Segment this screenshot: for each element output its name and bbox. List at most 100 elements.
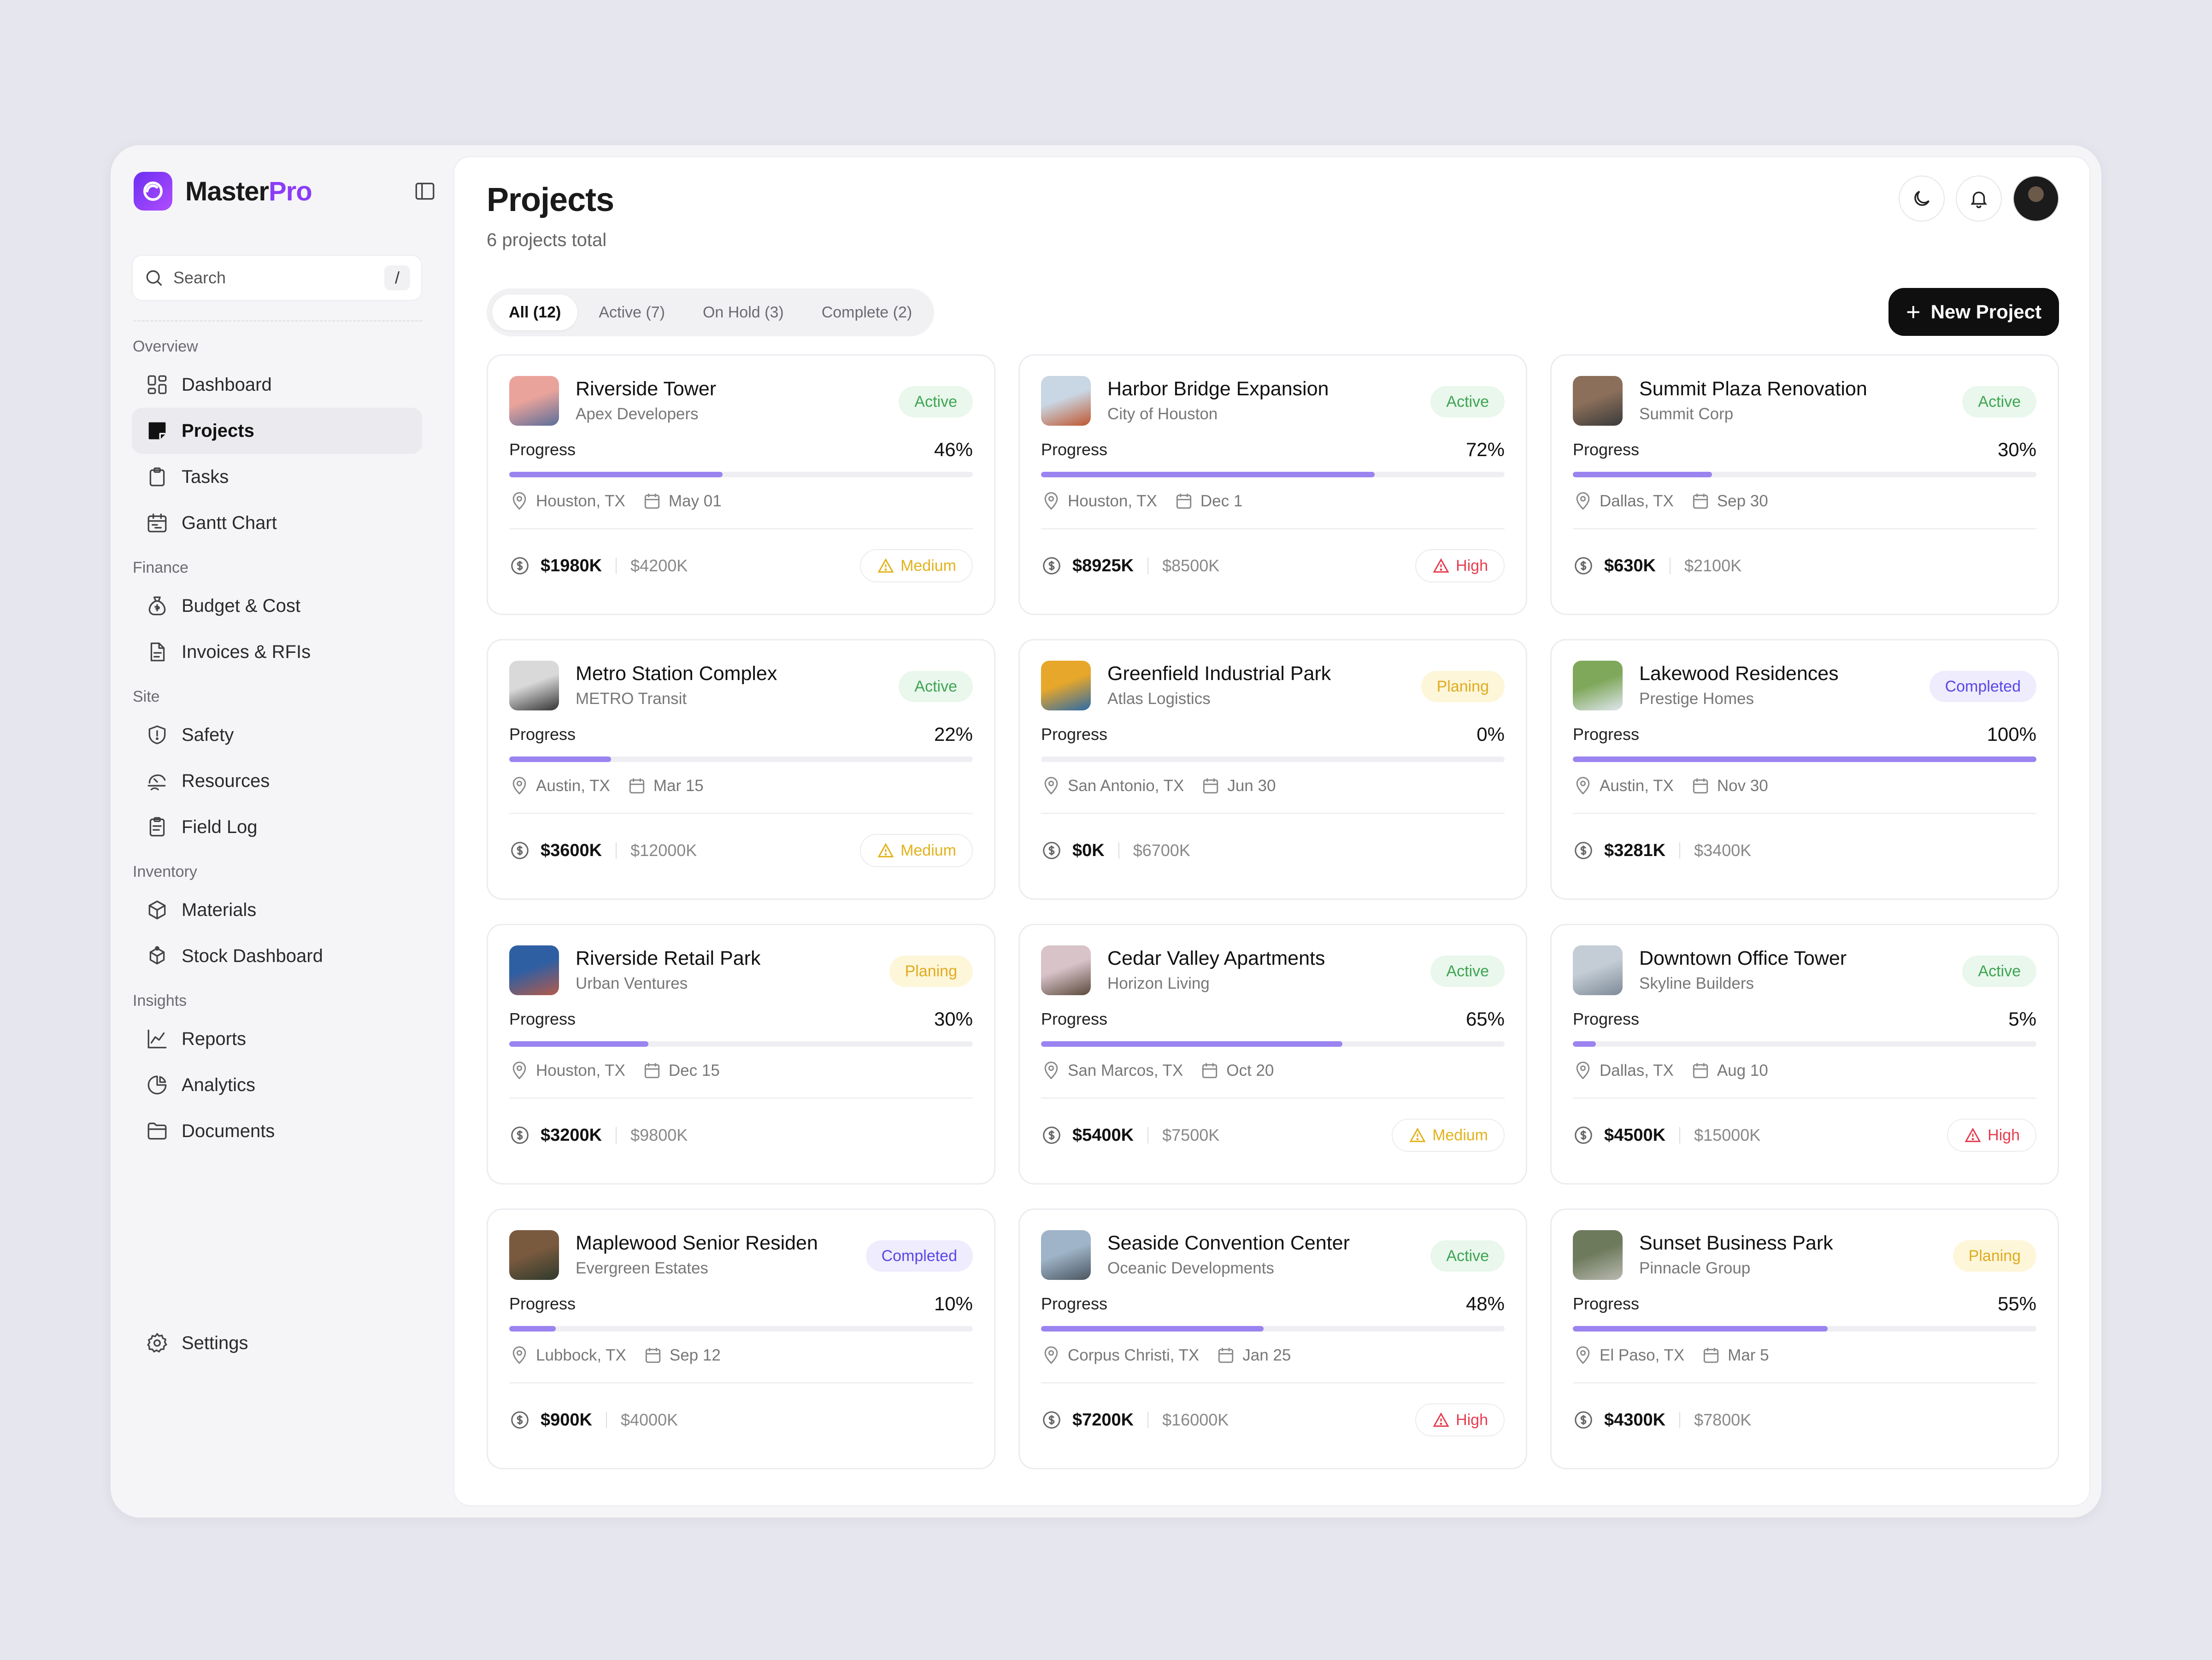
separator	[1679, 842, 1681, 859]
project-card[interactable]: Cedar Valley Apartments Horizon Living Act…	[1018, 924, 1527, 1185]
sidebar-item-budget-cost[interactable]: Budget & Cost	[132, 583, 422, 629]
project-card[interactable]: Seaside Convention Center Oceanic Develop…	[1018, 1208, 1527, 1469]
sidebar-item-materials[interactable]: Materials	[132, 887, 422, 933]
project-budget: $15000K	[1694, 1126, 1761, 1144]
separator	[1669, 557, 1671, 574]
dollar-icon	[511, 557, 529, 575]
sidebar-item-analytics[interactable]: Analytics	[132, 1062, 422, 1108]
progress-value: 10%	[934, 1293, 973, 1314]
project-card[interactable]: Lakewood Residences Prestige Homes Complet…	[1550, 639, 2059, 900]
project-name[interactable]: Sunset Business Park	[1639, 1232, 1833, 1255]
project-thumbnail	[1041, 945, 1091, 995]
sidebar-nav: Overview Dashboard Projects Tasks Gantt Char…	[132, 329, 422, 1154]
project-date: May 01	[668, 492, 722, 510]
sidebar-item-resources[interactable]: Resources	[132, 758, 422, 804]
tab-all[interactable]: All (12)	[492, 294, 578, 330]
divider	[509, 813, 973, 814]
sidebar-item-label: Gantt Chart	[182, 512, 277, 533]
folder-icon	[147, 1122, 167, 1140]
divider	[509, 1382, 973, 1384]
project-date: Mar 5	[1728, 1346, 1769, 1364]
sidebar-item-settings[interactable]: Settings	[132, 1320, 422, 1366]
priority-label: Medium	[1432, 1126, 1488, 1144]
progress-label: Progress	[1573, 725, 1640, 744]
tab-on-hold[interactable]: On Hold (3)	[686, 294, 800, 330]
project-name[interactable]: Riverside Retail Park	[576, 947, 760, 970]
sidebar-item-stock-dashboard[interactable]: Stock Dashboard	[132, 933, 422, 979]
status-badge: Completed	[1929, 671, 2036, 702]
sidebar-item-reports[interactable]: Reports	[132, 1016, 422, 1062]
sidebar-item-projects[interactable]: Projects	[132, 408, 422, 454]
project-card[interactable]: Sunset Business Park Pinnacle Group Planin…	[1550, 1208, 2059, 1469]
calendar-icon	[1693, 778, 1708, 794]
project-card[interactable]: Downtown Office Tower Skyline Builders Act…	[1550, 924, 2059, 1185]
project-location: El Paso, TX	[1600, 1346, 1685, 1364]
sidebar-item-label: Settings	[182, 1332, 248, 1353]
separator	[1679, 1127, 1681, 1144]
location-pin-icon	[1044, 777, 1058, 795]
progress-label: Progress	[1573, 1294, 1640, 1313]
tab-active[interactable]: Active (7)	[582, 294, 682, 330]
project-thumbnail	[509, 661, 559, 710]
project-thumbnail	[1041, 661, 1091, 710]
sidebar-item-tasks[interactable]: Tasks	[132, 454, 422, 500]
project-date: Nov 30	[1717, 777, 1768, 795]
plus-icon: +	[1906, 298, 1921, 326]
project-budget: $9800K	[630, 1126, 688, 1144]
calendar-icon	[1203, 778, 1218, 794]
avatar[interactable]	[2013, 176, 2059, 222]
project-name[interactable]: Harbor Bridge Expansion	[1107, 378, 1329, 400]
project-name[interactable]: Maplewood Senior Residen	[576, 1232, 818, 1255]
search-input[interactable]: Search /	[132, 255, 422, 301]
calendar-icon	[644, 1063, 660, 1079]
project-name[interactable]: Metro Station Complex	[576, 663, 777, 685]
progress-value: 22%	[934, 723, 973, 745]
project-name[interactable]: Summit Plaza Renovation	[1639, 378, 1867, 400]
project-name[interactable]: Greenfield Industrial Park	[1107, 663, 1331, 685]
sidebar-item-invoices-rfis[interactable]: Invoices & RFIs	[132, 629, 422, 675]
project-name[interactable]: Riverside Tower	[576, 378, 716, 400]
bell-icon	[1971, 191, 1987, 208]
sidebar-toggle-icon[interactable]	[412, 178, 438, 204]
dollar-icon	[1575, 1411, 1592, 1429]
notifications-button[interactable]	[1956, 176, 2002, 222]
project-thumbnail	[1041, 1230, 1091, 1280]
sidebar-item-gantt-chart[interactable]: Gantt Chart	[132, 500, 422, 546]
progress-bar	[1041, 757, 1505, 762]
new-project-button[interactable]: + New Project	[1888, 288, 2059, 336]
project-card[interactable]: Riverside Tower Apex Developers Active Prog…	[487, 354, 995, 615]
project-budget: $16000K	[1162, 1410, 1229, 1429]
progress-bar-fill	[1573, 472, 1712, 477]
sidebar-item-documents[interactable]: Documents	[132, 1108, 422, 1154]
project-spent: $3281K	[1604, 840, 1666, 860]
pie-icon	[147, 1075, 167, 1095]
project-name[interactable]: Cedar Valley Apartments	[1107, 947, 1325, 970]
project-card[interactable]: Metro Station Complex METRO Transit Active…	[487, 639, 995, 900]
project-card[interactable]: Harbor Bridge Expansion City of Houston Ac…	[1018, 354, 1527, 615]
sidebar-item-label: Resources	[182, 770, 270, 791]
tab-complete[interactable]: Complete (2)	[805, 294, 929, 330]
sidebar-item-safety[interactable]: Safety	[132, 712, 422, 758]
progress-bar-fill	[1573, 757, 2036, 762]
progress-value: 72%	[1465, 439, 1505, 460]
project-location: San Antonio, TX	[1068, 777, 1184, 795]
project-name[interactable]: Downtown Office Tower	[1639, 947, 1847, 970]
project-card[interactable]: Maplewood Senior Residen Evergreen Estate…	[487, 1208, 995, 1469]
location-pin-icon	[1576, 777, 1590, 795]
theme-toggle-button[interactable]	[1899, 176, 1945, 222]
status-badge: Planing	[1421, 671, 1505, 702]
chart-line-icon	[147, 1029, 167, 1049]
progress-value: 30%	[934, 1008, 973, 1030]
project-card[interactable]: Riverside Retail Park Urban Ventures Plani…	[487, 924, 995, 1185]
sidebar-item-label: Projects	[182, 420, 254, 441]
project-budget: $6700K	[1133, 841, 1190, 860]
sidebar-item-field-log[interactable]: Field Log	[132, 804, 422, 850]
project-name[interactable]: Lakewood Residences	[1639, 663, 1839, 685]
project-name[interactable]: Seaside Convention Center	[1107, 1232, 1350, 1255]
project-card[interactable]: Summit Plaza Renovation Summit Corp Active…	[1550, 354, 2059, 615]
project-card[interactable]: Greenfield Industrial Park Atlas Logistic…	[1018, 639, 1527, 900]
warning-icon	[877, 558, 894, 573]
sidebar-item-dashboard[interactable]: Dashboard	[132, 362, 422, 408]
progress-value: 0%	[1477, 723, 1505, 745]
progress-value: 65%	[1465, 1008, 1505, 1030]
